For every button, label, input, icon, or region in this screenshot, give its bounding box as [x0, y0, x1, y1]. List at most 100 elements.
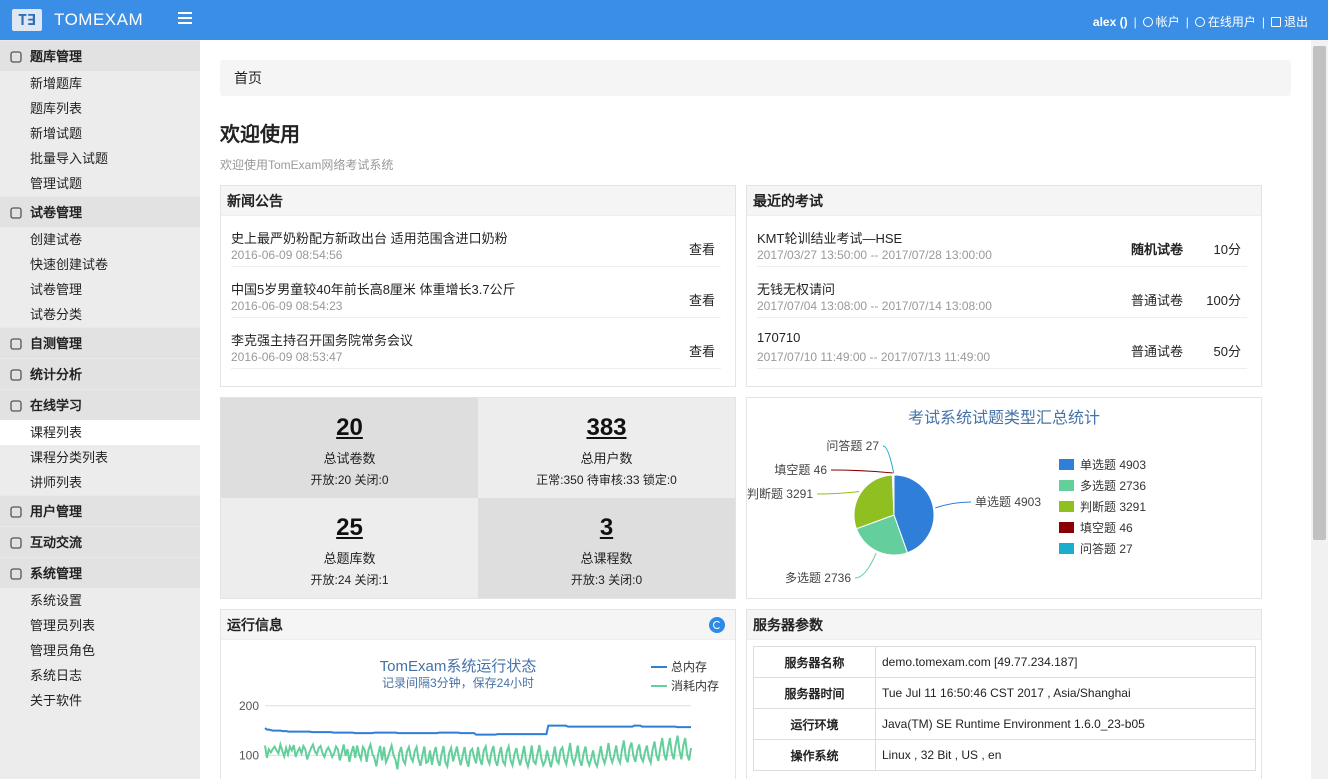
- server-param-key: 服务器名称: [753, 646, 876, 678]
- news-item-title[interactable]: 史上最严奶粉配方新政出台 适用范围含进口奶粉: [231, 228, 508, 247]
- stat-courses-count[interactable]: 3: [478, 514, 735, 542]
- sidebar-group-label: 用户管理: [30, 504, 83, 519]
- exam-item-type: 随机试卷: [1131, 242, 1184, 257]
- sidebar-group-1[interactable]: 试卷管理: [0, 196, 200, 227]
- legend-swatch[interactable]: [1059, 522, 1074, 533]
- pie-slice-label: 单选题 4903: [975, 495, 1041, 509]
- stat-papers: 20 总试卷数 开放:20 关闭:0: [221, 398, 478, 498]
- online-users-label: 在线用户: [1207, 15, 1256, 29]
- logout-link[interactable]: 退出: [1270, 13, 1308, 30]
- run-info-title: 运行信息: [221, 610, 735, 640]
- legend-item[interactable]: 问答题 27: [1080, 541, 1133, 556]
- document-icon: [10, 338, 22, 350]
- stat-users: 383 总用户数 正常:350 待审核:33 锁定:0: [478, 398, 735, 498]
- logo-icon[interactable]: T∃: [12, 9, 42, 31]
- sidebar-group-label: 系统管理: [30, 566, 83, 581]
- news-item-time: 2016-06-09 08:53:47: [231, 350, 343, 364]
- news-view-link[interactable]: 查看: [689, 290, 715, 309]
- legend-item[interactable]: 消耗内存: [671, 679, 719, 693]
- server-param-row: 服务器时间 Tue Jul 11 16:50:46 CST 2017 , Asia…: [753, 677, 1256, 709]
- sidebar-item[interactable]: 快速创建试卷: [0, 252, 200, 277]
- sidebar-item[interactable]: 课程列表: [0, 420, 200, 445]
- pie-slice[interactable]: [892, 474, 895, 516]
- news-item-time: 2016-06-09 08:54:56: [231, 248, 343, 262]
- news-item: 中国5岁男童较40年前长高8厘米 体重增长3.7公斤 2016-06-09 08:…: [231, 267, 721, 318]
- news-item-title[interactable]: 中国5岁男童较40年前长高8厘米 体重增长3.7公斤: [231, 279, 516, 298]
- question-type-chart-panel: 考试系统试题类型汇总统计 单选题 4903 单选题 4903 多选题 2736 多选题 …: [746, 397, 1262, 599]
- sidebar-group-7[interactable]: 系统管理: [0, 557, 200, 588]
- legend-item[interactable]: 单选题 4903: [1080, 458, 1146, 472]
- news-view-link[interactable]: 查看: [689, 341, 715, 360]
- page-scrollbar-thumb[interactable]: [1313, 46, 1326, 540]
- exam-item-time: 2017/07/10 11:49:00 -- 2017/07/13 11:49:…: [757, 350, 991, 364]
- stat-banks-count[interactable]: 25: [221, 514, 478, 542]
- legend-item[interactable]: 总内存: [671, 660, 707, 674]
- news-view-link[interactable]: 查看: [689, 239, 715, 258]
- news-item: 史上最严奶粉配方新政出台 适用范围含进口奶粉 2016-06-09 08:54:5…: [231, 216, 721, 267]
- account-link[interactable]: 帐户: [1142, 13, 1180, 30]
- breadcrumb[interactable]: 首页: [220, 60, 1291, 96]
- top-bar: T∃ TOMEXAM alex () | 帐户 | 在线用户 | 退出: [0, 0, 1328, 40]
- nav-separator: |: [1261, 14, 1265, 29]
- stat-courses: 3 总课程数 开放:3 关闭:0: [478, 498, 735, 598]
- brand-name[interactable]: TOMEXAM: [54, 10, 143, 30]
- sidebar-item[interactable]: 关于软件: [0, 688, 200, 713]
- sidebar-group-3[interactable]: 统计分析: [0, 358, 200, 389]
- page-subtitle: 欢迎使用TomExam网络考试系统: [220, 158, 394, 172]
- stat-users-count[interactable]: 383: [478, 414, 735, 442]
- server-param-value: Tue Jul 11 16:50:46 CST 2017 , Asia/Shan…: [875, 677, 1256, 709]
- exam-item: 170710 2017/07/10 11:49:00 -- 2017/07/13 …: [757, 318, 1247, 369]
- nav-separator: |: [1133, 14, 1137, 29]
- sidebar-group-0[interactable]: 题库管理: [0, 40, 200, 71]
- sidebar-item[interactable]: 新增试题: [0, 121, 200, 146]
- pie-label-connector: [816, 491, 860, 495]
- sidebar-item[interactable]: 创建试卷: [0, 227, 200, 252]
- sidebar-group-label: 题库管理: [30, 49, 83, 64]
- news-list: 史上最严奶粉配方新政出台 适用范围含进口奶粉 2016-06-09 08:54:5…: [221, 216, 735, 369]
- news-item-title[interactable]: 李克强主持召开国务院常务会议: [231, 330, 413, 349]
- legend-item[interactable]: 填空题 46: [1080, 521, 1133, 535]
- legend-swatch[interactable]: [1059, 480, 1074, 491]
- sidebar-item[interactable]: 管理员角色: [0, 638, 200, 663]
- sidebar-item[interactable]: 试卷管理: [0, 277, 200, 302]
- exam-item-name[interactable]: 170710: [757, 330, 800, 345]
- sidebar-group-5[interactable]: 用户管理: [0, 495, 200, 526]
- refresh-icon[interactable]: [709, 617, 725, 633]
- exam-item-name[interactable]: 无钱无权请问: [757, 279, 835, 298]
- sidebar-item[interactable]: 系统设置: [0, 588, 200, 613]
- line-series-1[interactable]: [264, 735, 692, 771]
- online-users-link[interactable]: 在线用户: [1194, 13, 1256, 30]
- sidebar-group-2[interactable]: 自测管理: [0, 327, 200, 358]
- sidebar-item[interactable]: 课程分类列表: [0, 445, 200, 470]
- stat-papers-count[interactable]: 20: [221, 414, 478, 442]
- users-icon: [10, 506, 22, 518]
- stat-banks-label: 总题库数: [323, 551, 376, 566]
- sidebar-group-6[interactable]: 互动交流: [0, 526, 200, 557]
- page-title: 欢迎使用: [220, 124, 300, 146]
- menu-toggle-icon[interactable]: [178, 12, 192, 26]
- stat-courses-label: 总课程数: [580, 551, 633, 566]
- line-series-0[interactable]: [264, 724, 691, 736]
- legend-item[interactable]: 判断题 3291: [1080, 499, 1146, 514]
- legend-swatch[interactable]: [1059, 543, 1074, 554]
- sidebar-item[interactable]: 讲师列表: [0, 470, 200, 495]
- sidebar-item[interactable]: 批量导入试题: [0, 146, 200, 171]
- stat-users-detail: 正常:350 待审核:33 锁定:0: [536, 473, 677, 487]
- sidebar-item[interactable]: 新增题库: [0, 71, 200, 96]
- legend-swatch[interactable]: [1059, 459, 1074, 470]
- pie-slice-label: 问答题 27: [826, 438, 879, 453]
- legend-swatch[interactable]: [1059, 501, 1074, 512]
- sidebar-item[interactable]: 题库列表: [0, 96, 200, 121]
- exam-item-time: 2017/07/04 13:08:00 -- 2017/07/14 13:08:…: [757, 299, 992, 313]
- exam-item-name[interactable]: KMT轮训结业考试—HSE: [757, 228, 902, 247]
- sidebar-group-4[interactable]: 在线学习: [0, 389, 200, 420]
- sidebar-item[interactable]: 管理试题: [0, 171, 200, 196]
- sidebar-item[interactable]: 管理员列表: [0, 613, 200, 638]
- legend-item[interactable]: 多选题 2736: [1080, 479, 1146, 493]
- sidebar-item[interactable]: 系统日志: [0, 663, 200, 688]
- monitor-icon: [10, 568, 22, 580]
- user-name-link[interactable]: alex (): [1093, 15, 1128, 29]
- exam-item-score: 100分: [1206, 293, 1241, 308]
- exams-panel-title: 最近的考试: [747, 186, 1261, 216]
- sidebar-item[interactable]: 试卷分类: [0, 302, 200, 327]
